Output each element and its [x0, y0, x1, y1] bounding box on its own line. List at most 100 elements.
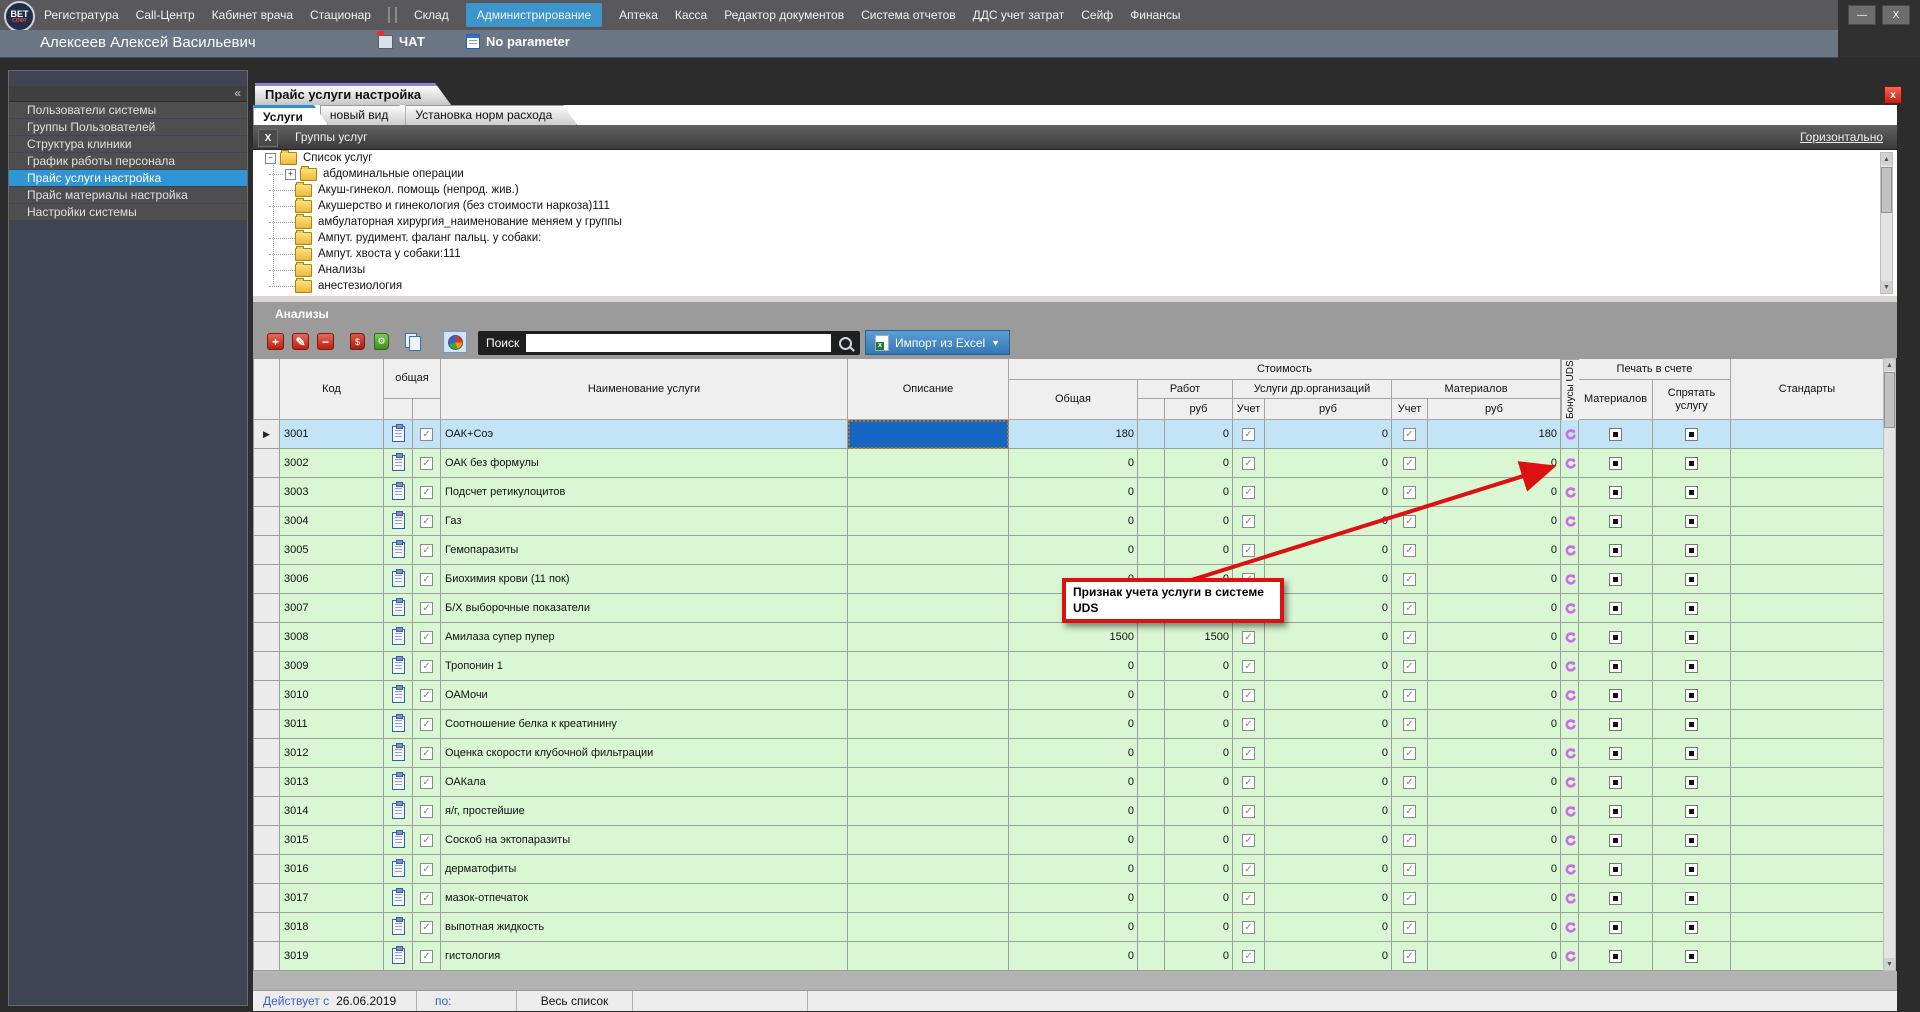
menu-item-5[interactable]: Администрирование	[465, 3, 603, 27]
cell-service-name[interactable]: гистология	[441, 942, 848, 971]
print-materials-checkbox[interactable]	[1609, 804, 1622, 818]
hide-service-checkbox[interactable]	[1685, 427, 1698, 441]
parameter-button[interactable]: No parameter	[466, 34, 570, 49]
cell-materials-rub[interactable]: 0	[1428, 768, 1561, 797]
cell-uds-bonus[interactable]	[1561, 681, 1579, 710]
cell-print-materials[interactable]	[1579, 536, 1653, 565]
cell-standards[interactable]	[1731, 449, 1884, 478]
table-row-3011[interactable]: 3011 ✓ Соотношение белка к креатинину 0 0 ✓ 0 ✓…	[254, 710, 1884, 739]
cell-work-rub[interactable]: 0	[1165, 826, 1233, 855]
table-row-3015[interactable]: 3015 ✓ Соскоб на эктопаразиты 0 0 ✓ 0 ✓ 0	[254, 826, 1884, 855]
cell-code[interactable]: 3008	[280, 623, 384, 652]
menu-item-10[interactable]: ДДС учет затрат	[973, 8, 1065, 22]
hide-service-checkbox[interactable]	[1685, 891, 1698, 905]
common-checkbox[interactable]: ✓	[420, 920, 433, 934]
print-materials-checkbox[interactable]	[1609, 949, 1622, 963]
cell-common-checkbox[interactable]: ✓	[413, 681, 441, 710]
cell-uchet-other[interactable]: ✓	[1233, 855, 1265, 884]
table-row-3010[interactable]: 3010 ✓ ОАМочи 0 0 ✓ 0 ✓ 0	[254, 681, 1884, 710]
common-checkbox[interactable]: ✓	[420, 485, 433, 499]
cell-copy-icon[interactable]	[384, 594, 413, 623]
uds-icon[interactable]	[1563, 863, 1576, 876]
cell-uchet-materials[interactable]: ✓	[1392, 623, 1428, 652]
print-materials-checkbox[interactable]	[1609, 427, 1622, 441]
cell-hide-service[interactable]	[1653, 826, 1731, 855]
cell-copy-icon[interactable]	[384, 623, 413, 652]
cell-copy-icon[interactable]	[384, 536, 413, 565]
cell-uchet-other[interactable]: ✓	[1233, 942, 1265, 971]
uds-icon[interactable]	[1563, 834, 1576, 847]
cell-standards[interactable]	[1731, 681, 1884, 710]
uchet-checkbox[interactable]: ✓	[1403, 920, 1416, 934]
uds-icon[interactable]	[1563, 718, 1576, 731]
cell-uchet-materials[interactable]: ✓	[1392, 565, 1428, 594]
uchet-checkbox[interactable]: ✓	[1403, 601, 1416, 615]
cell-common-checkbox[interactable]: ✓	[413, 594, 441, 623]
edit-row-button[interactable]: ✎	[292, 333, 309, 350]
cell-standards[interactable]	[1731, 420, 1884, 449]
table-row-3019[interactable]: 3019 ✓ гистология 0 0 ✓ 0 ✓ 0	[254, 942, 1884, 971]
hide-service-checkbox[interactable]	[1685, 775, 1698, 789]
scroll-up-icon[interactable]: ▲	[1881, 153, 1892, 165]
window-minimize-button[interactable]: —	[1848, 5, 1876, 25]
cell-service-name[interactable]: Оценка скорости клубочной фильтрации	[441, 739, 848, 768]
grid-vertical-scrollbar[interactable]: ▲ ▼	[1883, 358, 1896, 971]
cell-common-checkbox[interactable]: ✓	[413, 449, 441, 478]
uchet-checkbox[interactable]: ✓	[1242, 543, 1255, 557]
hide-service-checkbox[interactable]	[1685, 456, 1698, 470]
cell-materials-rub[interactable]: 0	[1428, 478, 1561, 507]
uds-icon[interactable]	[1563, 515, 1576, 528]
uds-icon[interactable]	[1563, 631, 1576, 644]
print-materials-checkbox[interactable]	[1609, 456, 1622, 470]
hide-service-checkbox[interactable]	[1685, 485, 1698, 499]
cell-uchet-materials[interactable]: ✓	[1392, 826, 1428, 855]
table-row-3014[interactable]: 3014 ✓ я/г, простейшие 0 0 ✓ 0 ✓ 0	[254, 797, 1884, 826]
cell-description[interactable]	[848, 710, 1009, 739]
uchet-checkbox[interactable]: ✓	[1403, 775, 1416, 789]
common-checkbox[interactable]: ✓	[420, 862, 433, 876]
cell-total[interactable]: 0	[1009, 913, 1138, 942]
copy-icon[interactable]	[405, 333, 422, 351]
cell-copy-icon[interactable]	[384, 913, 413, 942]
print-materials-checkbox[interactable]	[1609, 717, 1622, 731]
uds-icon[interactable]	[1563, 544, 1576, 557]
cell-other-rub[interactable]: 0	[1265, 623, 1392, 652]
cell-hide-service[interactable]	[1653, 797, 1731, 826]
cell-service-name[interactable]: я/г, простейшие	[441, 797, 848, 826]
cell-copy-icon[interactable]	[384, 884, 413, 913]
menu-item-7[interactable]: Касса	[675, 8, 707, 22]
cell-print-materials[interactable]	[1579, 826, 1653, 855]
cell-uchet-other[interactable]: ✓	[1233, 420, 1265, 449]
cell-print-materials[interactable]	[1579, 855, 1653, 884]
delete-row-button[interactable]: −	[317, 333, 334, 350]
cell-uchet-other[interactable]: ✓	[1233, 913, 1265, 942]
cell-print-materials[interactable]	[1579, 420, 1653, 449]
cell-copy-icon[interactable]	[384, 420, 413, 449]
cell-total[interactable]: 0	[1009, 681, 1138, 710]
cell-code[interactable]: 3011	[280, 710, 384, 739]
sidebar-item-0[interactable]: Пользователи системы	[9, 102, 247, 118]
cell-description[interactable]	[848, 942, 1009, 971]
tree-item-6[interactable]: Ампут. хвоста у собаки:111	[253, 245, 1897, 262]
uchet-checkbox[interactable]: ✓	[1242, 804, 1255, 818]
cell-work-rub[interactable]: 0	[1165, 797, 1233, 826]
tree-item-7[interactable]: Анализы	[253, 261, 1897, 278]
menu-item-8[interactable]: Редактор документов	[724, 8, 844, 22]
common-checkbox[interactable]: ✓	[420, 456, 433, 470]
cell-materials-rub[interactable]: 180	[1428, 420, 1561, 449]
common-checkbox[interactable]: ✓	[420, 804, 433, 818]
cell-print-materials[interactable]	[1579, 652, 1653, 681]
cell-materials-rub[interactable]: 0	[1428, 913, 1561, 942]
cell-code[interactable]: 3006	[280, 565, 384, 594]
cell-uchet-materials[interactable]: ✓	[1392, 681, 1428, 710]
uds-icon[interactable]	[1563, 747, 1576, 760]
tree-item-1[interactable]: + абдоминальные операции	[253, 165, 1897, 182]
window-close-button[interactable]: X	[1882, 5, 1910, 25]
settings-book-icon[interactable]: ⚙	[374, 333, 389, 350]
common-checkbox[interactable]: ✓	[420, 514, 433, 528]
sidebar-item-3[interactable]: График работы персонала	[9, 153, 247, 169]
cell-uchet-materials[interactable]: ✓	[1392, 855, 1428, 884]
cell-work-rub[interactable]: 0	[1165, 420, 1233, 449]
cell-uchet-materials[interactable]: ✓	[1392, 710, 1428, 739]
cell-uchet-other[interactable]: ✓	[1233, 681, 1265, 710]
